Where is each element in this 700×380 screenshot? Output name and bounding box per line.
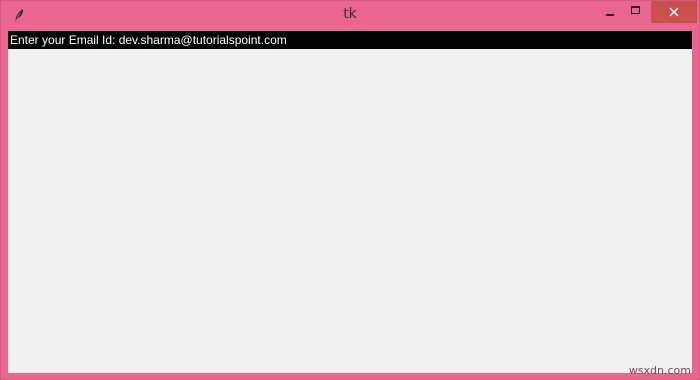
close-icon bbox=[669, 7, 679, 17]
window-content: Enter your Email Id: dev.sharma@tutorial… bbox=[8, 31, 692, 373]
maximize-icon bbox=[631, 6, 640, 14]
tk-window: tk Enter your Email Id: dev.sharma@tutor… bbox=[0, 0, 700, 380]
minimize-icon bbox=[606, 14, 614, 16]
minimize-button[interactable] bbox=[597, 1, 623, 23]
close-button[interactable] bbox=[651, 1, 697, 23]
title-bar[interactable]: tk bbox=[1, 1, 699, 31]
email-label: Enter your Email Id: dev.sharma@tutorial… bbox=[8, 31, 692, 49]
maximize-button[interactable] bbox=[623, 1, 649, 23]
window-title: tk bbox=[343, 6, 357, 22]
watermark: wsxdn.com bbox=[628, 364, 691, 377]
